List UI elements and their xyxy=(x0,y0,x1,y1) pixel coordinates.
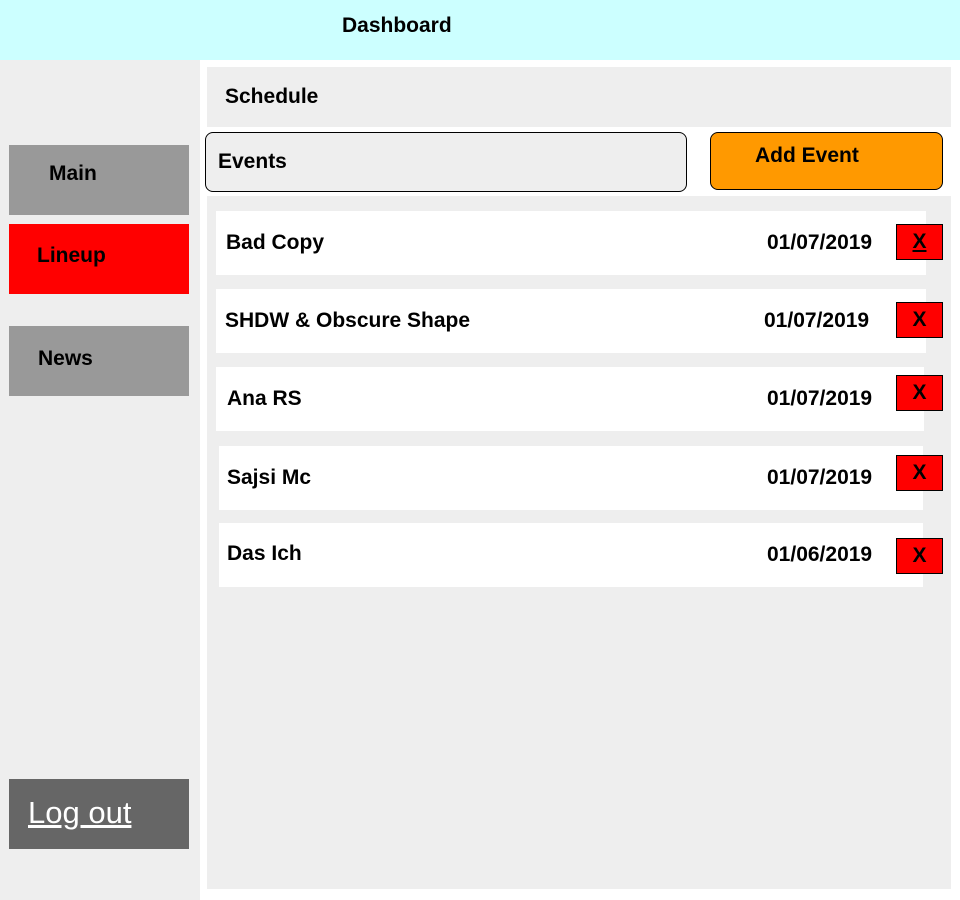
sidebar-item-lineup[interactable]: Lineup xyxy=(9,224,189,294)
logout-label[interactable]: Log out xyxy=(28,795,131,831)
event-date: 01/07/2019 xyxy=(767,466,873,489)
delete-button[interactable]: X xyxy=(896,302,943,338)
list-item: Bad Copy 01/07/2019 xyxy=(216,211,926,275)
event-date: 01/07/2019 xyxy=(767,387,873,410)
delete-button[interactable]: X xyxy=(896,224,943,260)
section-title: Schedule xyxy=(225,85,319,108)
events-label-box: Events xyxy=(205,132,687,192)
page-title: Dashboard xyxy=(342,14,452,37)
list-item: Ana RS 01/07/2019 xyxy=(216,367,924,431)
event-date: 01/07/2019 xyxy=(767,231,873,254)
add-event-button[interactable]: Add Event xyxy=(710,132,943,190)
sidebar-item-label: Main xyxy=(49,162,97,185)
sidebar-item-label: News xyxy=(38,347,93,370)
delete-button[interactable]: X xyxy=(896,538,943,574)
event-name: Ana RS xyxy=(227,387,302,410)
add-event-label: Add Event xyxy=(755,144,859,167)
event-name: Das Ich xyxy=(227,542,302,565)
event-name: Bad Copy xyxy=(226,231,325,254)
sidebar-item-news[interactable]: News xyxy=(9,326,189,396)
event-date: 01/06/2019 xyxy=(767,543,873,566)
list-item: Das Ich 01/06/2019 xyxy=(219,523,923,587)
list-item: SHDW & Obscure Shape 01/07/2019 xyxy=(216,289,926,353)
logout-button[interactable]: Log out xyxy=(9,779,189,849)
delete-button[interactable]: X xyxy=(896,455,943,491)
sidebar-item-label: Lineup xyxy=(37,244,106,267)
delete-button[interactable]: X xyxy=(896,375,943,411)
event-name: SHDW & Obscure Shape xyxy=(225,309,471,332)
event-name: Sajsi Mc xyxy=(227,466,312,489)
event-date: 01/07/2019 xyxy=(764,309,870,332)
sidebar-item-main[interactable]: Main xyxy=(9,145,189,215)
events-label: Events xyxy=(218,150,287,173)
header-bar: Dashboard xyxy=(0,0,960,60)
section-header: Schedule xyxy=(207,67,951,127)
list-item: Sajsi Mc 01/07/2019 xyxy=(219,446,923,510)
